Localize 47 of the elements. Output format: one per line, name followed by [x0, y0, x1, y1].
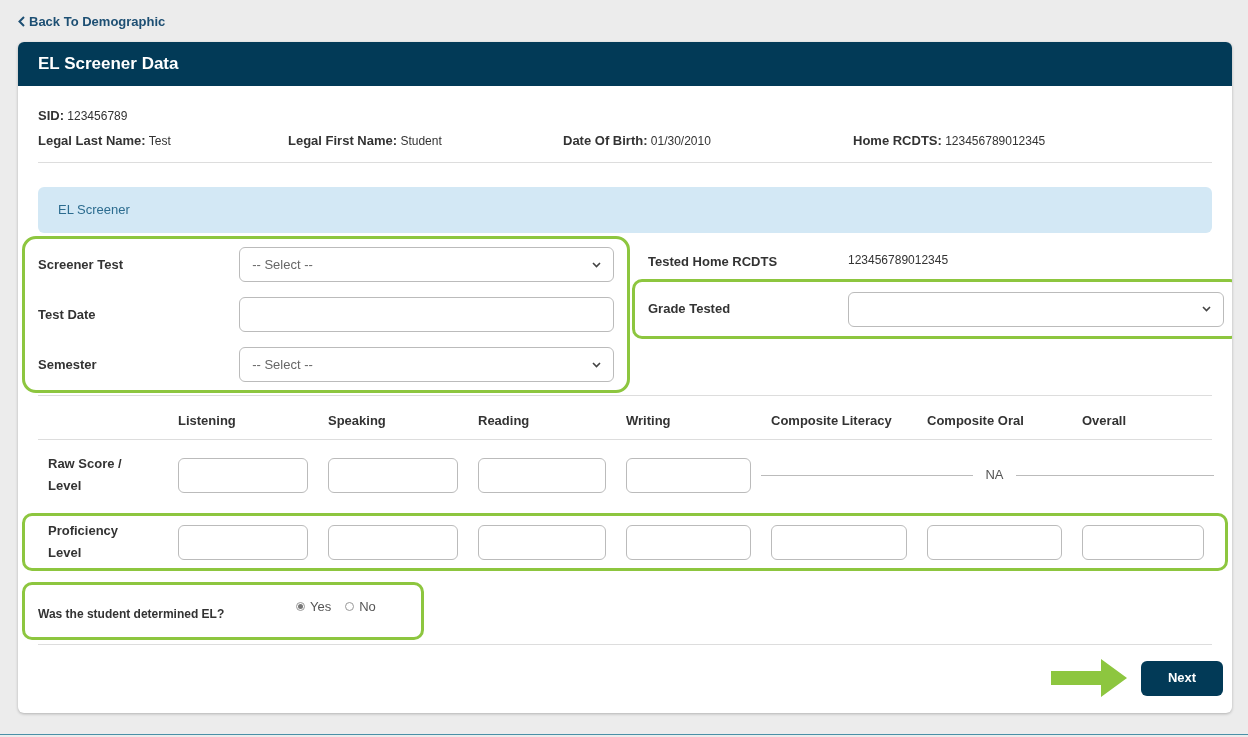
chevron-down-icon	[592, 261, 601, 268]
input-field[interactable]	[478, 524, 606, 560]
input-field[interactable]	[771, 524, 907, 560]
field-label: Tested Home RCDTS	[648, 253, 779, 272]
info-field: Legal First Name: Student	[288, 130, 563, 150]
row-label: Raw Score / Level	[47, 455, 123, 495]
column-header: Writing	[626, 411, 672, 430]
field-label: Grade Tested	[648, 300, 732, 319]
radio-option[interactable]: No	[345, 597, 376, 617]
field-label: Test Date	[38, 305, 97, 324]
section-title: EL Screener	[58, 201, 130, 220]
question-text: Was the student determined EL?	[38, 606, 226, 623]
back-link[interactable]: Back To Demographic	[18, 11, 166, 32]
column-header: Composite Oral	[927, 411, 1025, 430]
info-field: Legal Last Name: Test	[38, 130, 288, 150]
info-field: Home RCDTS: 123456789012345	[853, 130, 1046, 150]
select-field[interactable]: -- Select --	[239, 347, 614, 382]
input-field[interactable]	[1082, 524, 1204, 560]
select-field[interactable]	[848, 291, 1224, 327]
info-field: SID: 123456789	[38, 106, 1212, 126]
column-header: Listening	[178, 411, 237, 430]
column-header: Overall	[1082, 411, 1128, 430]
column-header: Composite Literacy	[771, 411, 893, 430]
field-label: Screener Test	[38, 255, 125, 274]
input-field[interactable]	[328, 524, 458, 560]
field-value: 123456789012345	[848, 252, 949, 269]
select-field[interactable]: -- Select --	[239, 247, 614, 282]
input-field[interactable]	[178, 524, 308, 560]
input-field[interactable]	[626, 457, 751, 493]
field-label: Semester	[38, 355, 98, 374]
column-header: Reading	[478, 411, 531, 430]
input-field[interactable]	[239, 297, 614, 332]
row-label: Proficiency Level	[47, 522, 120, 562]
input-field[interactable]	[328, 457, 458, 493]
input-field[interactable]	[927, 524, 1062, 560]
radio-option[interactable]: Yes	[296, 597, 332, 617]
na-text: NA	[985, 466, 1004, 485]
column-header: Speaking	[328, 411, 387, 430]
input-field[interactable]	[178, 457, 308, 493]
card-title: EL Screener Data	[38, 53, 179, 76]
chevron-down-icon	[1202, 306, 1211, 312]
info-field: Date Of Birth: 01/30/2010	[563, 130, 853, 150]
chevron-down-icon	[592, 361, 601, 368]
input-field[interactable]	[478, 457, 606, 493]
chevron-left-icon	[18, 16, 25, 27]
input-field[interactable]	[626, 524, 751, 560]
next-button[interactable]: Next	[1141, 660, 1223, 696]
